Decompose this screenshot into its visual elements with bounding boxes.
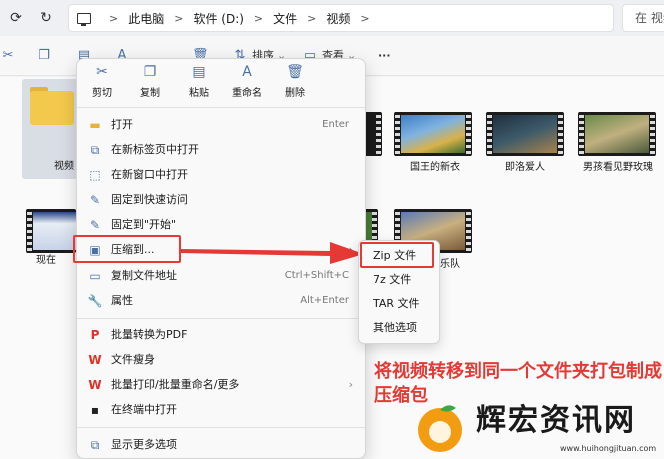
menu-item-open-terminal[interactable]: ▪ 在终端中打开 bbox=[77, 398, 365, 422]
more-options-icon: ⧉ bbox=[90, 438, 100, 452]
menu-item-properties[interactable]: 🔧 属性 Alt+Enter bbox=[77, 289, 365, 313]
chevron-right-icon: > bbox=[360, 11, 370, 25]
breadcrumb-drive-d[interactable]: 软件 (D:) bbox=[193, 10, 243, 27]
file-label: 现在 bbox=[36, 255, 56, 266]
chevron-right-icon: > bbox=[307, 11, 317, 25]
new-tab-icon: ⧉ bbox=[90, 143, 100, 157]
video-thumbnail-lover[interactable] bbox=[486, 112, 564, 156]
quick-actions-bar: ✂ 剪切 ❐ 复制 ▤ 粘贴 A 重命名 🗑 删除 bbox=[77, 59, 365, 105]
scissors-icon: ✂ bbox=[96, 64, 108, 80]
submenu-item-7z[interactable]: 7z 文件 bbox=[359, 268, 439, 292]
cut-action[interactable]: ✂ 剪切 bbox=[78, 63, 126, 99]
file-label: 即洛爱人 bbox=[505, 162, 545, 173]
delete-action[interactable]: 🗑 删除 bbox=[271, 63, 319, 99]
address-bar[interactable]: > 此电脑 > 软件 (D:) > 文件 > 视频 > bbox=[68, 4, 614, 32]
watermark-url: www.huihongjituan.com bbox=[560, 444, 657, 453]
copy-path-icon: ▭ bbox=[89, 269, 101, 283]
file-label: 乐队 bbox=[440, 259, 460, 270]
menu-item-batch-more[interactable]: W 批量打印/批量重命名/更多 › bbox=[77, 373, 365, 397]
pin-icon: ✎ bbox=[89, 193, 101, 207]
menu-divider bbox=[77, 318, 365, 319]
menu-item-open[interactable]: ▬ 打开 Enter bbox=[77, 113, 365, 137]
menu-divider bbox=[77, 107, 365, 108]
trash-icon: 🗑 bbox=[286, 64, 304, 80]
compress-highlight-box bbox=[73, 235, 181, 263]
address-row: ⟳ ↻ > 此电脑 > 软件 (D:) > 文件 > 视频 > 在 视频 bbox=[0, 0, 664, 36]
copy-icon: ❐ bbox=[143, 64, 157, 80]
breadcrumb-files[interactable]: 文件 bbox=[273, 10, 297, 27]
pin-start-icon: ✎ bbox=[89, 218, 101, 232]
folder-open-icon: ▬ bbox=[89, 118, 101, 132]
refresh-icon[interactable]: ⟳ bbox=[6, 8, 26, 28]
terminal-icon: ▪ bbox=[90, 403, 100, 417]
wps-pdf-icon: P bbox=[90, 328, 100, 342]
breadcrumb-videos[interactable]: 视频 bbox=[326, 10, 350, 27]
scissors-icon[interactable]: ✂ bbox=[0, 48, 16, 64]
copy-icon[interactable]: ❐ bbox=[36, 48, 52, 64]
menu-item-pin-start[interactable]: ✎ 固定到"开始" bbox=[77, 213, 365, 237]
menu-item-open-new-tab[interactable]: ⧉ 在新标签页中打开 bbox=[77, 138, 365, 162]
refresh-icon-2[interactable]: ↻ bbox=[36, 8, 56, 28]
menu-item-batch-pdf[interactable]: P 批量转换为PDF bbox=[77, 323, 365, 347]
folder-icon-body bbox=[30, 91, 74, 125]
rename-icon: A bbox=[242, 64, 252, 80]
wps-icon: W bbox=[88, 378, 102, 392]
file-label: 国王的新衣 bbox=[410, 162, 460, 173]
paste-action[interactable]: ▤ 粘贴 bbox=[175, 63, 223, 99]
copy-action[interactable]: ❐ 复制 bbox=[126, 63, 174, 99]
wrench-icon: 🔧 bbox=[87, 294, 103, 308]
menu-item-more-options[interactable]: ⧉ 显示更多选项 bbox=[77, 433, 365, 457]
file-label: 视频 bbox=[54, 161, 74, 172]
breadcrumb-this-pc[interactable]: 此电脑 bbox=[128, 10, 164, 27]
menu-divider bbox=[77, 427, 365, 428]
chevron-right-icon: > bbox=[109, 11, 119, 25]
video-thumbnail-now[interactable] bbox=[26, 209, 76, 253]
submenu-item-tar[interactable]: TAR 文件 bbox=[359, 292, 439, 316]
red-arrow bbox=[180, 242, 364, 264]
watermark-text: 辉宏资讯网 bbox=[476, 403, 636, 438]
more-button[interactable]: ··· bbox=[378, 48, 391, 64]
search-input[interactable]: 在 视频 bbox=[622, 4, 664, 32]
instruction-caption: 将视频转移到同一个文件夹打包制成压缩包 bbox=[374, 361, 662, 406]
video-thumbnail-rose[interactable] bbox=[578, 112, 656, 156]
chevron-right-icon: › bbox=[348, 378, 353, 391]
submenu-item-other[interactable]: 其他选项 bbox=[359, 316, 439, 340]
zip-highlight-box bbox=[360, 242, 434, 268]
menu-item-file-slim[interactable]: W 文件瘦身 bbox=[77, 348, 365, 372]
menu-item-pin-quick-access[interactable]: ✎ 固定到快速访问 bbox=[77, 188, 365, 212]
file-label: 男孩看见野玫瑰 bbox=[583, 162, 653, 173]
orange-logo-icon bbox=[418, 405, 462, 452]
new-window-icon: ⬚ bbox=[89, 168, 101, 182]
wps-icon: W bbox=[88, 353, 102, 367]
paste-icon: ▤ bbox=[192, 64, 206, 80]
menu-item-open-new-window[interactable]: ⬚ 在新窗口中打开 bbox=[77, 163, 365, 187]
video-thumbnail-king[interactable] bbox=[394, 112, 472, 156]
computer-icon bbox=[77, 12, 91, 26]
chevron-right-icon: > bbox=[253, 11, 264, 25]
chevron-right-icon: > bbox=[174, 11, 184, 25]
rename-action[interactable]: A 重命名 bbox=[223, 63, 271, 99]
